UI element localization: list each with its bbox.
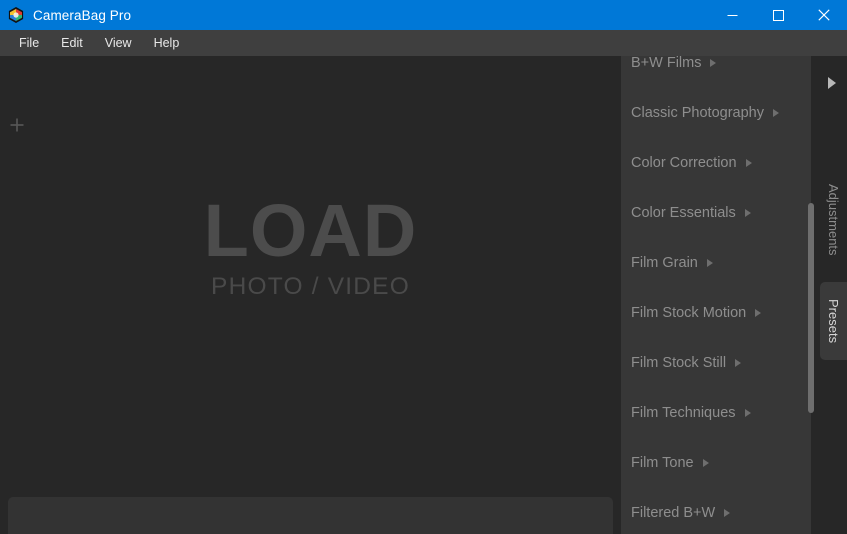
presets-scrollbar-thumb[interactable] <box>808 203 814 413</box>
chevron-right-icon <box>735 359 742 367</box>
preset-category-label: Filtered B+W <box>631 505 716 521</box>
tab-adjustments-label: Adjustments <box>826 184 841 256</box>
tab-presets[interactable]: Presets <box>820 282 847 360</box>
preset-category-label: Classic Photography <box>631 105 764 121</box>
preset-category-film-stock-motion[interactable]: Film Stock Motion <box>621 288 811 338</box>
preset-category-color-correction[interactable]: Color Correction <box>621 138 811 188</box>
chevron-right-icon <box>744 409 751 417</box>
preset-category-label: Color Correction <box>631 155 737 171</box>
load-subline: PHOTO / VIDEO <box>211 272 410 300</box>
minimize-button[interactable] <box>709 0 755 30</box>
presets-list: B+W Films Classic Photography Color Corr… <box>621 56 811 534</box>
menu-item-help[interactable]: Help <box>143 33 191 53</box>
preset-category-film-tone[interactable]: Film Tone <box>621 438 811 488</box>
load-headline: LOAD <box>203 189 418 273</box>
filmstrip-panel[interactable] <box>8 497 613 534</box>
menu-item-file[interactable]: File <box>8 33 50 53</box>
window-title: CameraBag Pro <box>33 7 132 23</box>
preset-category-film-stock-still[interactable]: Film Stock Still <box>621 338 811 388</box>
menu-item-edit[interactable]: Edit <box>50 33 94 53</box>
preset-category-label: Film Techniques <box>631 405 736 421</box>
chevron-right-icon <box>702 459 709 467</box>
tab-presets-label: Presets <box>826 298 841 344</box>
menu-bar: File Edit View Help <box>0 30 847 56</box>
application-window: CameraBag Pro File Edit View Help LOAD P… <box>0 0 847 534</box>
image-canvas[interactable]: LOAD PHOTO / VIDEO <box>0 56 621 534</box>
expand-panel-arrow-icon[interactable] <box>816 70 847 96</box>
preset-category-filtered-bw[interactable]: Filtered B+W <box>621 488 811 534</box>
presets-panel[interactable]: B+W Films Classic Photography Color Corr… <box>621 56 811 534</box>
preset-category-label: Film Tone <box>631 455 694 471</box>
tab-adjustments[interactable]: Adjustments <box>820 161 847 279</box>
camerabag-logo-icon <box>8 7 24 23</box>
close-button[interactable] <box>801 0 847 30</box>
preset-category-film-grain[interactable]: Film Grain <box>621 238 811 288</box>
chevron-right-icon <box>724 509 731 517</box>
preset-category-label: Film Grain <box>631 255 698 271</box>
preset-category-bw-films[interactable]: B+W Films <box>621 56 811 88</box>
presets-scrollbar[interactable] <box>806 56 816 534</box>
title-bar: CameraBag Pro <box>0 0 847 30</box>
preset-category-label: Film Stock Motion <box>631 305 747 321</box>
preset-category-label: B+W Films <box>631 56 702 71</box>
preset-category-label: Film Stock Still <box>631 355 727 371</box>
chevron-right-icon <box>745 159 752 167</box>
preset-category-color-essentials[interactable]: Color Essentials <box>621 188 811 238</box>
menu-item-view[interactable]: View <box>94 33 143 53</box>
chevron-right-icon <box>773 109 779 117</box>
window-controls <box>709 0 847 30</box>
preset-category-label: Color Essentials <box>631 205 736 221</box>
side-tab-rail: Adjustments Presets <box>816 56 847 534</box>
chevron-right-icon <box>706 259 713 267</box>
preset-category-classic-photography[interactable]: Classic Photography <box>621 88 811 138</box>
chevron-right-icon <box>710 59 717 67</box>
chevron-right-icon <box>755 309 762 317</box>
load-media-placeholder[interactable]: LOAD PHOTO / VIDEO <box>0 56 621 441</box>
maximize-button[interactable] <box>755 0 801 30</box>
preset-category-film-techniques[interactable]: Film Techniques <box>621 388 811 438</box>
chevron-right-icon <box>744 209 751 217</box>
